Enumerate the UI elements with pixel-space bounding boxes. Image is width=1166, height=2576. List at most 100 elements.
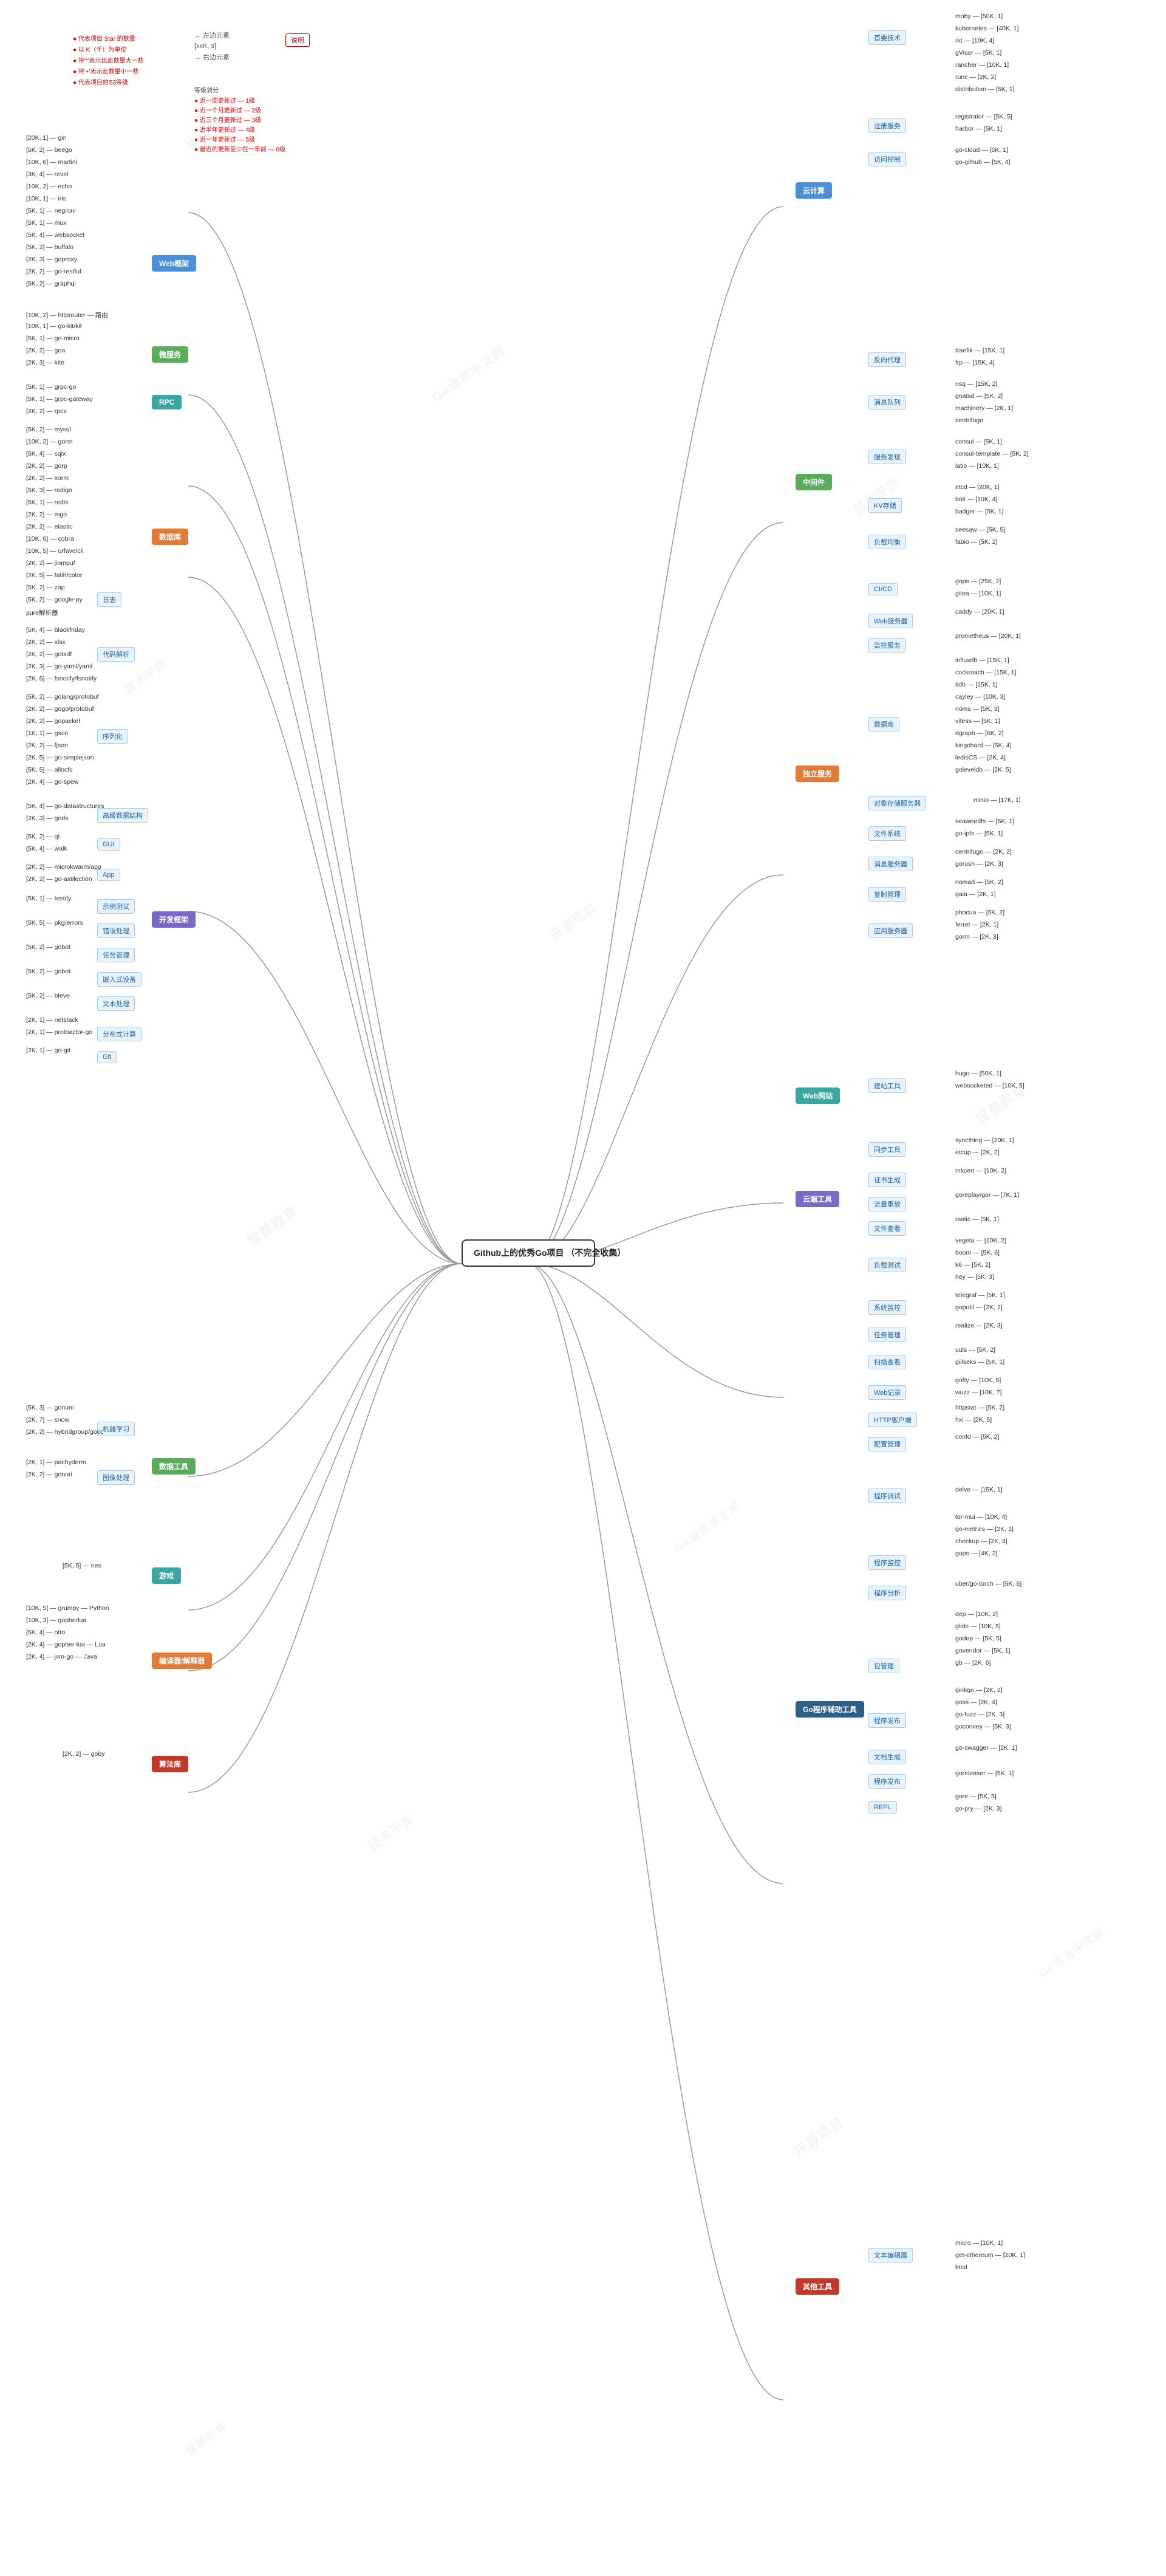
leaf-mkcert: mkcert — [10K, 2] bbox=[953, 1166, 1008, 1175]
leaf-checkup: checkup — [2K, 4] bbox=[953, 1537, 1009, 1546]
sub-sa-fs: 文件系统 bbox=[868, 826, 906, 841]
leaf-redigo: [5K, 3] — redigo bbox=[24, 486, 74, 495]
leaf-gorush: gorush — [2K, 3] bbox=[953, 860, 1005, 868]
leaf-lediscs: ledisCS — [2K, 4] bbox=[953, 753, 1007, 762]
sub-df-err: 错误处理 bbox=[97, 923, 135, 938]
sub-cloud-registry: 注册服务 bbox=[868, 118, 906, 133]
sub-cloud-access: 访问控制 bbox=[868, 152, 906, 166]
leaf-protoactor: [2K, 1] — protoactor-go bbox=[24, 1028, 94, 1036]
legend-item-4: ● 带'+'表示此数量小一些 bbox=[73, 66, 144, 75]
cat-middleware: 中间件 bbox=[796, 474, 832, 490]
leaf-goswagger: go-swagger — [2K, 1] bbox=[953, 1744, 1019, 1752]
leaf-godatastructs: [5K, 4] — go-datastructures bbox=[24, 802, 106, 810]
leaf-gogithub: go-github — [5K, 4] bbox=[953, 158, 1012, 166]
leaf-gore: gore — [5K, 5] bbox=[953, 1792, 998, 1801]
leaf-gvisor: gVisor — [5K, 1] bbox=[953, 49, 1003, 57]
leaf-testify: [5K, 1] — testify bbox=[24, 894, 73, 903]
leaf-minio: minio — [17K, 1] bbox=[972, 796, 1023, 804]
leaf-walk: [5K, 4] — walk bbox=[24, 844, 69, 853]
sub-df-git: Git bbox=[97, 1051, 117, 1063]
leaf-realize: realize — [2K, 3] bbox=[953, 1321, 1004, 1330]
leaf-goa: [2K, 2] — goa bbox=[24, 346, 67, 355]
leaf-negroni: [5K, 1] — negroni bbox=[24, 207, 78, 215]
leaf-gopherlua-left: [10K, 3] — gopherlua bbox=[24, 1616, 88, 1625]
sub-gh-publish: 程序发布 bbox=[868, 1713, 906, 1728]
leaf-martini: [10K, 6] — martini bbox=[24, 158, 79, 166]
leaf-gogit: [2K, 1] — go-git bbox=[24, 1046, 72, 1055]
leaf-kubernetes: kubernetes — [40K, 1] bbox=[953, 24, 1020, 33]
legend-item-1: ● 代表项目 Star 的数量 bbox=[73, 33, 144, 43]
sub-df-embed: 嵌入式设备 bbox=[97, 972, 141, 987]
leaf-centrifugo2: centrifugo bbox=[953, 416, 985, 425]
leaf-protobuf-golang: [5K, 2] — golang/protobuf bbox=[24, 693, 101, 701]
sub-sa-repl: 复制管理 bbox=[868, 887, 906, 902]
leaf-gods: [2K, 3] — gods bbox=[24, 814, 70, 823]
sub-sa-monitor: 监控服务 bbox=[868, 638, 906, 653]
leaf-goipfs: go-ipfs — [5K, 1] bbox=[953, 829, 1004, 838]
sub-ct-scan: 扫描查看 bbox=[868, 1355, 906, 1369]
leaf-cobra: [10K, 6] — cobra bbox=[24, 535, 76, 543]
sub-sa-cicd: CI/CD bbox=[868, 583, 898, 595]
sub-gh-pkgmgmt: 包管理 bbox=[868, 1659, 899, 1673]
leaf-grumpy: [10K, 5] — grumpy — Python bbox=[24, 1604, 111, 1612]
leaf-consul-template: consul-template — [5K, 2] bbox=[953, 450, 1031, 458]
leaf-latio: latio — [10K, 1] bbox=[953, 462, 1001, 470]
sub-sa-appsvr: 应用服务器 bbox=[868, 923, 913, 938]
leaf-phocua: phocua — [5K, 2] bbox=[953, 908, 1006, 917]
leaf-micro: micro — [10K, 1] bbox=[953, 2239, 1004, 2247]
legend-bracket-label: ← 左边元素 bbox=[194, 30, 230, 40]
leaf-goyaml: [2K, 3] — go-yaml/yaml bbox=[24, 662, 94, 671]
cat-algos: 算法库 bbox=[152, 1756, 188, 1772]
leaf-gofuzz: go-fuzz — [2K, 3] bbox=[953, 1710, 1006, 1719]
leaf-xlsx: [2K, 2] — xlsx bbox=[24, 638, 67, 646]
cat-webfw: Web框架 bbox=[152, 255, 196, 272]
sub-mw-discovery: 服务发现 bbox=[868, 450, 906, 464]
leaf-httpstat: httpstat — [5K, 2] bbox=[953, 1403, 1006, 1412]
sub-sa-msgsvr: 消息服务器 bbox=[868, 857, 913, 871]
leaf-seesaw: seesaw — [5K, 5] bbox=[953, 526, 1007, 534]
leaf-gitea: gitea — [10K, 1] bbox=[953, 589, 1003, 598]
cat-web: Web网站 bbox=[796, 1088, 840, 1104]
leaf-grpcgo: [5K, 1] — grpc-go bbox=[24, 383, 78, 391]
leaf-gobot: [5K, 2] — gobot bbox=[24, 943, 72, 951]
leaf-bleve: [5K, 2] — bleve bbox=[24, 992, 72, 1000]
leaf-gin: [20K, 1] — gin bbox=[24, 134, 69, 142]
leaf-redis-left: [5K, 1] — redis bbox=[24, 498, 70, 507]
leaf-traefik: traefik — [15K, 1] bbox=[953, 346, 1006, 355]
leaf-rkt: rkt — [10K, 4] bbox=[953, 36, 996, 45]
sub-cloud-primary: 首要技术 bbox=[868, 30, 906, 45]
leaf-gosimplejson: [2K, 5] — go-simplejson bbox=[24, 753, 95, 762]
sub-ct-httpclient: HTTP客户端 bbox=[868, 1413, 917, 1427]
legend-area: ● 代表项目 Star 的数量 ● 以 K（千）为单位 ● 带'*'表示比此数量… bbox=[73, 33, 144, 88]
leaf-gofty: gofty — [10K, 5] bbox=[953, 1376, 1003, 1385]
cat-standalone: 独立服务 bbox=[796, 766, 839, 782]
sub-ot-editor: 文本编辑器 bbox=[868, 2248, 913, 2263]
leaf-pure-parser: pure解析器 bbox=[24, 608, 60, 618]
leaf-qt: [5K, 2] — qt bbox=[24, 832, 61, 841]
leaf-caddy: caddy — [20K, 1] bbox=[953, 608, 1006, 616]
center-label: Github上的优秀Go项目 （不完全收集） bbox=[474, 1248, 626, 1258]
leaf-mux-left: [5K, 1] — mux bbox=[24, 219, 69, 227]
cat-gohelper: Go程序辅助工具 bbox=[796, 1701, 864, 1718]
leaf-harbor: harbor — [5K, 1] bbox=[953, 125, 1004, 133]
leaf-uuls: uuls — [5K, 2] bbox=[953, 1346, 997, 1354]
leaf-elastic: [2K, 2] — elastic bbox=[24, 522, 74, 531]
leaf-go-kit: [10K, 1] — go-kit/kit bbox=[24, 322, 84, 331]
sub-ct-cert: 证书生成 bbox=[868, 1173, 906, 1187]
leaf-gobot2: [5K, 2] — gobot bbox=[24, 967, 72, 976]
sub-df-dist: 分布式计算 bbox=[97, 1027, 141, 1041]
leaf-delve: delve — [15K, 1] bbox=[953, 1485, 1004, 1494]
leaf-goastilection: [2K, 2] — go-astilection bbox=[24, 875, 94, 883]
leaf-rancher: rancher — [10K, 1] bbox=[953, 61, 1011, 69]
leaf-jiompuf: [2K, 2] — jiompuf bbox=[24, 559, 77, 567]
leaf-vegeta: vegeta — [10K, 2] bbox=[953, 1236, 1008, 1245]
leaf-iris: [10K, 1] — iris bbox=[24, 194, 68, 203]
leaf-rpcx: [2K, 2] — rpcx bbox=[24, 407, 69, 416]
leaf-hugo: hugo — [50K, 1] bbox=[953, 1069, 1003, 1078]
leaf-dgraph: dgraph — [6K, 2] bbox=[953, 729, 1005, 738]
leaf-graphql: [5K, 2] — graphql bbox=[24, 279, 78, 288]
leaf-gaia: gaia — [2K, 1] bbox=[953, 890, 998, 899]
leaf-dep: dep — [10K, 2] bbox=[953, 1610, 1000, 1619]
sub-ct-replay: 流量重放 bbox=[868, 1197, 906, 1211]
level-1: ● 近一周更新过 — 1级 bbox=[194, 95, 285, 104]
